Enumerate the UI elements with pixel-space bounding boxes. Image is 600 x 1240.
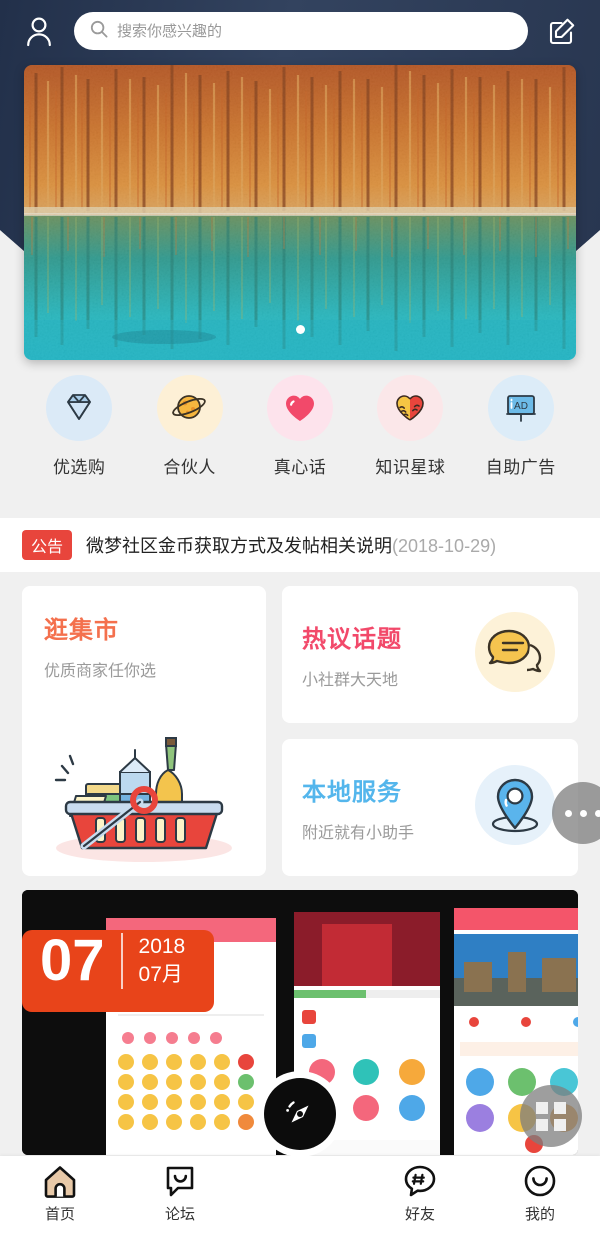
- tab-mine[interactable]: 我的: [480, 1164, 600, 1224]
- date-day: 07: [40, 928, 105, 993]
- more-dots-icon: [594, 809, 600, 817]
- planet-icon: [156, 375, 223, 441]
- location-pin-icon: [472, 762, 558, 853]
- card-title: 热议话题: [302, 626, 402, 653]
- heart-icon: [266, 375, 333, 441]
- quick-entry-label: 真心话: [273, 458, 327, 477]
- search-input[interactable]: [117, 22, 512, 40]
- tab-label: 好友: [404, 1206, 435, 1223]
- announcement-title: 微梦社区金币获取方式及发帖相关说明: [86, 536, 393, 556]
- app-screen: 优选购 合伙人 真心话: [0, 0, 600, 1240]
- apps-grid-button[interactable]: [520, 1085, 582, 1147]
- tab-friends[interactable]: 好友: [360, 1164, 480, 1224]
- banner-dot[interactable]: [295, 325, 305, 334]
- chat-bubble-icon: [472, 609, 558, 700]
- smiley-icon: [524, 1165, 556, 1197]
- quick-entry-label: 优选购: [52, 458, 106, 477]
- announcement-badge: 公告: [22, 530, 73, 560]
- card-title: 逛集市: [44, 617, 119, 644]
- feature-card-grid: 逛集市 优质商家任你选 热议话题 小社群大天地 本地服务 附近就有小助手: [0, 586, 600, 876]
- tab-home[interactable]: 首页: [0, 1164, 120, 1224]
- diamond-icon: [46, 375, 113, 441]
- search-bar[interactable]: [74, 12, 528, 50]
- announcement-text: 微梦社区金币获取方式及发帖相关说明(2018-10-29): [86, 532, 496, 558]
- more-dots-icon: [564, 809, 572, 817]
- user-avatar-button[interactable]: [18, 10, 60, 52]
- svg-text:AD: AD: [514, 401, 528, 412]
- bottom-tab-bar: 首页 论坛 好友 我的: [0, 1078, 600, 1240]
- quick-entry-label: 自助广告: [485, 458, 556, 477]
- quick-entry-zizhuguanggao[interactable]: AD 自助广告: [471, 375, 571, 478]
- forum-bubble-icon: [166, 1166, 194, 1197]
- hero-banner[interactable]: [24, 65, 576, 360]
- card-topic[interactable]: 热议话题 小社群大天地: [282, 586, 578, 723]
- announcement-date: (2018-10-29): [392, 536, 497, 556]
- grid-apps-icon: [536, 1101, 548, 1114]
- card-subtitle: 附近就有小助手: [302, 825, 415, 842]
- card-market[interactable]: 逛集市 优质商家任你选: [22, 586, 266, 876]
- quick-entry-row: 优选购 合伙人 真心话 知识星球 AD 自助广告: [0, 375, 600, 505]
- compose-edit-icon: [549, 18, 575, 45]
- tab-label: 首页: [44, 1206, 75, 1223]
- shopping-basket-icon: [54, 737, 232, 862]
- grid-apps-icon: [553, 1101, 566, 1114]
- quick-entry-hehuoren[interactable]: 合伙人: [140, 375, 240, 478]
- hashtag-bubble-icon: [404, 1165, 436, 1197]
- card-local-text: 本地服务 附近就有小助手: [302, 772, 472, 843]
- card-topic-text: 热议话题 小社群大天地: [302, 619, 472, 690]
- quick-entry-zhenxinhua[interactable]: 真心话: [250, 375, 350, 478]
- tab-forum[interactable]: 论坛: [120, 1164, 240, 1224]
- tab-label: 我的: [524, 1206, 555, 1223]
- quick-entry-label: 合伙人: [163, 458, 216, 477]
- card-column-right: 热议话题 小社群大天地 本地服务 附近就有小助手: [282, 586, 578, 876]
- user-icon: [27, 17, 51, 47]
- search-icon: [90, 20, 108, 43]
- handshake-heart-icon: [377, 375, 444, 441]
- date-year: 2018: [138, 934, 186, 958]
- grid-apps-icon: [536, 1118, 548, 1131]
- top-bar: [0, 0, 600, 62]
- card-title: 本地服务: [302, 779, 402, 806]
- date-divider: [120, 933, 123, 989]
- date-month: 07月: [138, 963, 183, 986]
- date-year-month: 2018 07月: [139, 933, 186, 990]
- card-local-service[interactable]: 本地服务 附近就有小助手: [282, 739, 578, 876]
- home-icon: [44, 1166, 76, 1198]
- compass-icon: [286, 1101, 309, 1123]
- compass-fab-button[interactable]: [264, 1078, 336, 1150]
- tab-label: 论坛: [164, 1206, 195, 1223]
- collage-date-badge: 07 2018 07月: [40, 932, 185, 990]
- card-subtitle: 小社群大天地: [302, 672, 399, 689]
- more-dots-icon: [579, 809, 587, 817]
- quick-entry-label: 知识星球: [375, 458, 446, 477]
- grid-apps-icon: [553, 1118, 566, 1131]
- quick-entry-youxuangou[interactable]: 优选购: [29, 375, 129, 478]
- banner-pagination[interactable]: [24, 325, 576, 334]
- card-subtitle: 优质商家任你选: [44, 663, 157, 680]
- announcement-bar[interactable]: 公告 微梦社区金币获取方式及发帖相关说明(2018-10-29): [0, 518, 600, 572]
- compose-button[interactable]: [542, 11, 582, 51]
- banner-image: [24, 65, 576, 360]
- quick-entry-zhishixingqiu[interactable]: 知识星球: [360, 375, 460, 478]
- ad-board-icon: AD: [487, 375, 554, 441]
